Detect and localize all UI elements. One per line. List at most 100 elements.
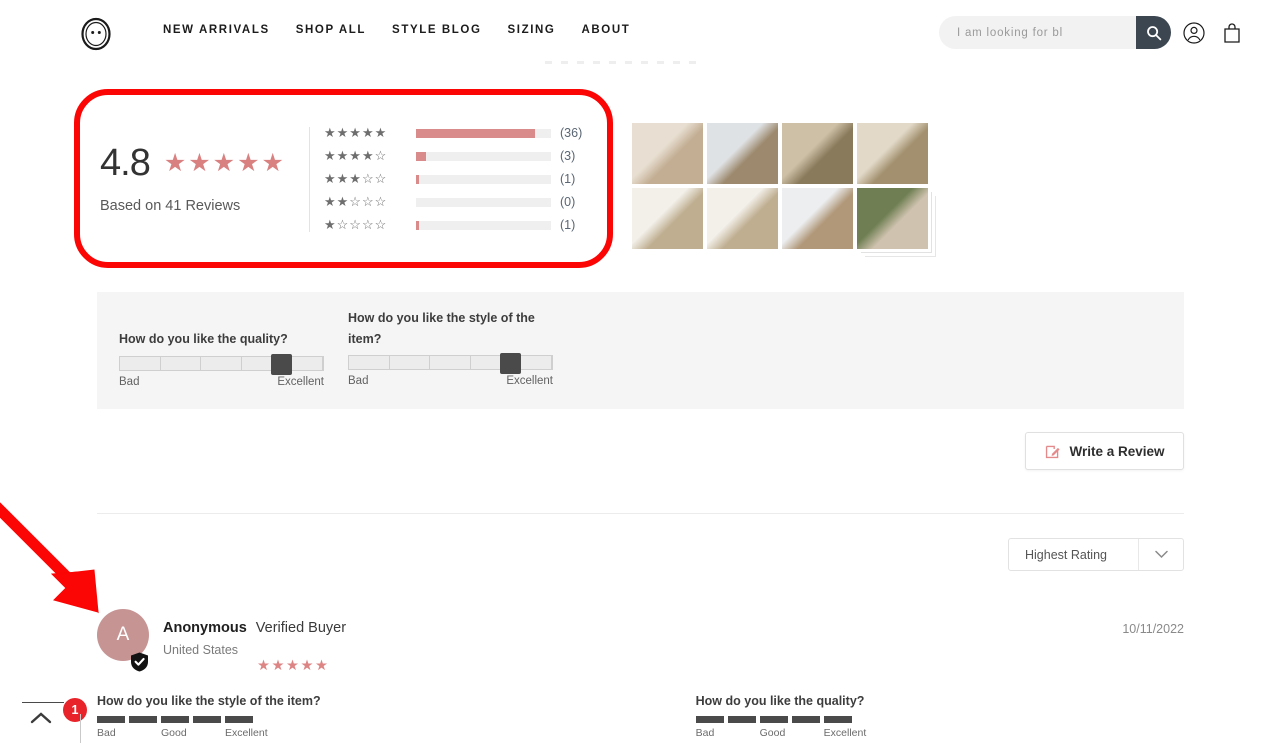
histogram-row-4[interactable]: ★★★★☆ (3) <box>324 145 607 168</box>
review-attribute-style-scale-low: Bad <box>97 727 116 739</box>
aggregate-attribute-quality: How do you like the quality? Bad Excelle… <box>119 329 324 388</box>
attribute-segment <box>193 716 221 723</box>
review-photo-5[interactable] <box>632 188 703 249</box>
histogram-count-1: (1) <box>560 218 576 232</box>
search-bar <box>939 16 1171 49</box>
write-review-label: Write a Review <box>1069 443 1165 459</box>
histogram-stars-2: ★★☆☆☆ <box>324 194 388 209</box>
aggregate-attribute-quality-low: Bad <box>119 375 140 388</box>
histogram-count-3: (1) <box>560 172 576 186</box>
reviewer-name: Anonymous <box>163 620 247 636</box>
reviewer-location: United States <box>163 643 239 657</box>
review-attribute-style-scale-high: Excellent <box>225 727 268 739</box>
review-attribute-style-label: How do you like the style of the item? <box>97 694 321 708</box>
histogram-row-2[interactable]: ★★☆☆☆ (0) <box>324 191 607 214</box>
histogram-count-5: (36) <box>560 126 583 140</box>
histogram-row-1[interactable]: ★☆☆☆☆ (1) <box>324 214 607 237</box>
review-photo-6[interactable] <box>707 188 778 249</box>
avatar-initial: A <box>116 624 130 645</box>
account-button[interactable] <box>1182 21 1206 45</box>
histogram-bar-1 <box>416 220 551 230</box>
review-date: 10/11/2022 <box>1122 622 1184 636</box>
review-star-rating: ★★★★★ <box>257 658 330 674</box>
attribute-segment <box>823 716 852 723</box>
review-photo-4[interactable] <box>857 123 928 184</box>
nav-item-sizing[interactable]: SIZING <box>508 24 556 36</box>
review-attribute-quality-label: How do you like the quality? <box>695 694 865 708</box>
review-attribute-quality: How do you like the quality? Bad Good Ex… <box>695 694 867 740</box>
nav-item-new-arrivals[interactable]: NEW ARRIVALS <box>163 24 270 36</box>
verified-buyer-label: Verified Buyer <box>255 620 347 636</box>
aggregate-attribute-style: How do you like the style of the item? B… <box>348 308 553 387</box>
review-attribute-quality-scale-low: Bad <box>695 727 715 739</box>
review-photo-2[interactable] <box>707 123 778 184</box>
average-stars: ★★★★★ <box>163 148 286 177</box>
histogram-bar-2 <box>416 197 551 207</box>
nav-item-style-blog[interactable]: STYLE BLOG <box>392 24 481 36</box>
main-navigation: NEW ARRIVALS SHOP ALL STYLE BLOG SIZING … <box>163 24 656 36</box>
aggregate-attribute-style-low: Bad <box>348 375 369 388</box>
sort-dropdown-value: Highest Rating <box>1025 547 1107 562</box>
review-attribute-style-scale-mid: Good <box>161 727 187 739</box>
review-attribute-quality-scale-high: Excellent <box>823 727 867 739</box>
aggregate-attribute-quality-high: Excellent <box>277 375 324 388</box>
attribute-segment <box>129 716 157 723</box>
review-attribute-quality-scale-mid: Good <box>759 727 786 739</box>
histogram-row-5[interactable]: ★★★★★ (36) <box>324 122 607 145</box>
review-photo-3[interactable] <box>782 123 853 184</box>
clipped-content-above <box>545 58 745 66</box>
histogram-count-2: (0) <box>560 195 576 209</box>
review-photo-grid <box>632 123 928 253</box>
histogram-stars-5: ★★★★★ <box>324 125 388 140</box>
write-review-button[interactable]: Write a Review <box>1025 432 1184 470</box>
aggregate-attribute-style-high: Excellent <box>506 375 553 388</box>
review-attribute-quality-segments <box>695 716 865 723</box>
review-photo-1[interactable] <box>632 123 703 184</box>
brand-logo[interactable] <box>76 14 116 54</box>
shopping-bag-icon <box>1224 23 1240 43</box>
aggregate-attribute-style-label: How do you like the style of the item? <box>348 311 535 346</box>
review-count-text: Based on 41 Reviews <box>100 198 241 214</box>
scroll-to-top-button[interactable] <box>26 703 56 733</box>
slider-knob[interactable] <box>271 353 293 375</box>
histogram-count-4: (3) <box>560 149 576 163</box>
histogram-row-3[interactable]: ★★★☆☆ (1) <box>324 168 607 191</box>
chevron-up-icon <box>30 712 52 724</box>
histogram-stars-3: ★★★☆☆ <box>324 171 388 186</box>
attribute-segment <box>791 716 820 723</box>
histogram-stars-4: ★★★★☆ <box>324 148 388 163</box>
histogram-bar-5 <box>416 128 551 138</box>
pencil-square-icon <box>1046 445 1061 458</box>
nav-item-shop-all[interactable]: SHOP ALL <box>296 24 366 36</box>
review-attributes: How do you like the style of the item? B… <box>97 694 867 740</box>
search-input[interactable] <box>939 16 1136 49</box>
bottom-left-vertical-rule <box>80 714 81 743</box>
histogram-bar-3 <box>416 174 551 184</box>
sort-dropdown[interactable]: Highest Rating <box>1008 538 1184 571</box>
verified-check-icon <box>130 652 149 672</box>
attribute-segment <box>161 716 189 723</box>
rating-histogram: ★★★★★ (36) ★★★★☆ (3) ★★★☆☆ (1) ★★☆☆☆ (0)… <box>324 122 607 237</box>
slider-knob[interactable] <box>500 353 522 375</box>
nav-item-about[interactable]: ABOUT <box>581 24 630 36</box>
reviews-summary: 4.8 ★★★★★ Based on 41 Reviews ★★★★★ (36)… <box>97 104 607 254</box>
aggregate-attributes-band: How do you like the quality? Bad Excelle… <box>97 292 1184 409</box>
notification-count-badge[interactable]: 1 <box>63 698 87 722</box>
attribute-segment <box>727 716 756 723</box>
chevron-down-icon[interactable] <box>1138 539 1183 570</box>
review-photo-8[interactable] <box>857 188 928 249</box>
site-header: NEW ARRIVALS SHOP ALL STYLE BLOG SIZING … <box>0 0 1280 64</box>
reviews-section-divider <box>97 513 1184 514</box>
review-attribute-style-segments <box>97 716 321 723</box>
summary-divider <box>309 126 310 232</box>
attribute-segment <box>695 716 724 723</box>
account-icon <box>1183 22 1205 44</box>
attribute-segment <box>225 716 253 723</box>
aggregate-attribute-style-slider[interactable] <box>348 353 553 375</box>
aggregate-attribute-quality-slider[interactable] <box>119 353 324 375</box>
search-button[interactable] <box>1136 16 1171 49</box>
review-photo-7[interactable] <box>782 188 853 249</box>
attribute-segment <box>97 716 125 723</box>
cart-button[interactable] <box>1220 21 1244 45</box>
average-score: 4.8 <box>100 142 151 184</box>
